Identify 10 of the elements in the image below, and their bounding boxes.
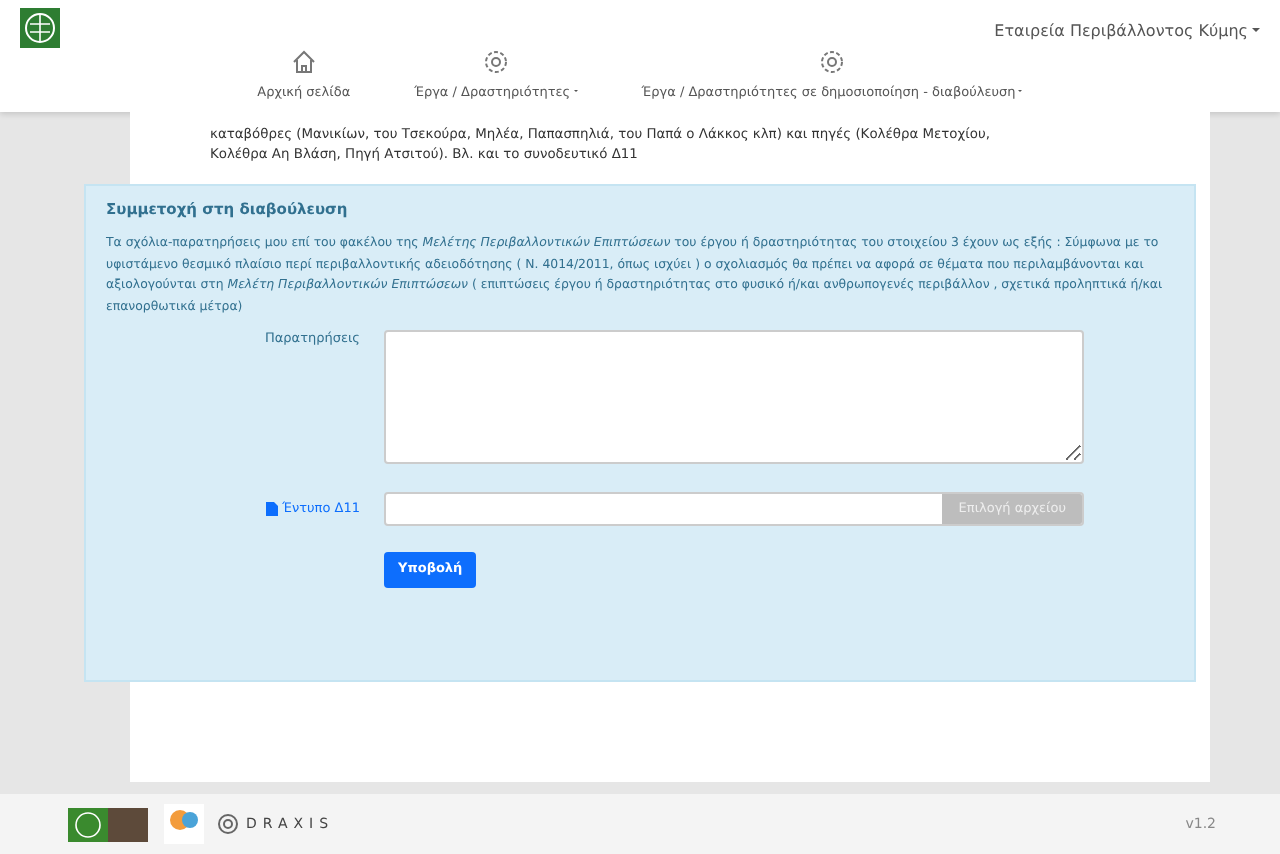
comments-field[interactable] (384, 330, 1084, 465)
logo-icon (20, 8, 60, 48)
company-menu[interactable]: Εταιρεία Περιβάλλοντος Κύμης (994, 20, 1260, 44)
gear-icon (818, 48, 847, 76)
draxis-logo-icon (218, 814, 238, 834)
home-icon (289, 48, 318, 76)
cloud-logo (164, 804, 204, 844)
file-icon (266, 501, 279, 516)
gear-icon (481, 48, 510, 76)
partner-logo (68, 807, 148, 841)
